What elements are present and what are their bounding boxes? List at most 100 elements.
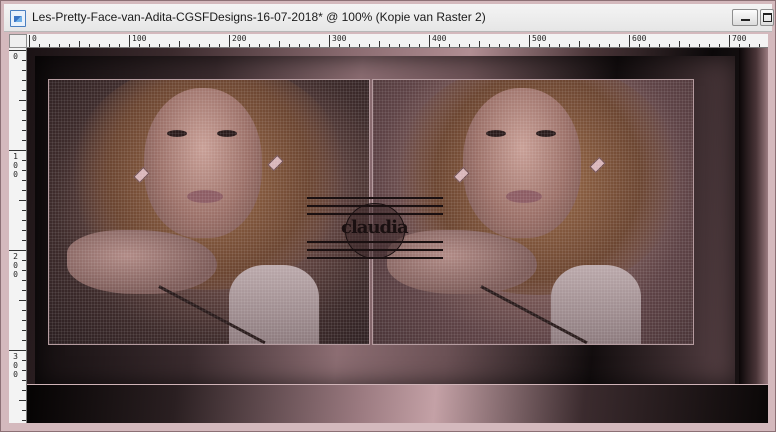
eye-left — [167, 130, 187, 137]
ruler-tick — [379, 41, 380, 47]
ruler-tick — [179, 41, 180, 47]
watermark-line — [307, 205, 443, 207]
earring-left — [133, 166, 150, 184]
watermark-line — [307, 197, 443, 199]
ruler-tick — [19, 400, 26, 401]
horizontal-ruler[interactable]: 0 100 200 300 400 500 600 700 — [27, 34, 768, 48]
ruler-tick — [22, 120, 26, 121]
ruler-label: 0 — [13, 261, 18, 270]
ruler-tick — [22, 280, 26, 281]
ruler-tick — [79, 41, 80, 47]
ruler-tick — [22, 290, 26, 291]
ruler-label: 300 — [332, 34, 347, 43]
ruler-tick — [22, 260, 26, 261]
ruler-tick — [22, 320, 26, 321]
ruler-tick — [9, 250, 26, 251]
ruler-label: 500 — [532, 34, 547, 43]
earring-right — [267, 154, 284, 172]
window-title: Les-Pretty-Face-van-Adita-CGSFDesigns-16… — [32, 10, 486, 24]
ruler-tick — [19, 200, 26, 201]
watermark-line — [307, 213, 443, 215]
ruler-tick — [479, 41, 480, 47]
face — [463, 88, 581, 238]
eye-right — [217, 130, 237, 137]
hand — [67, 230, 217, 294]
ruler-label: 0 — [13, 370, 18, 379]
ruler-tick — [22, 380, 26, 381]
face — [144, 88, 262, 238]
ruler-tick — [529, 35, 530, 47]
ruler-label: 100 — [132, 34, 147, 43]
ruler-tick — [9, 350, 26, 351]
ruler-label: 400 — [432, 34, 447, 43]
image-canvas[interactable]: claudia — [27, 48, 768, 423]
ruler-tick — [22, 390, 26, 391]
ruler-tick — [22, 230, 26, 231]
makeup-brush — [480, 285, 588, 344]
ruler-tick — [329, 35, 330, 47]
makeup-brush — [158, 285, 266, 344]
watermark: claudia — [307, 197, 443, 261]
ruler-label: 3 — [13, 352, 18, 361]
title-bar[interactable]: Les-Pretty-Face-van-Adita-CGSFDesigns-16… — [4, 4, 774, 32]
ruler-label: 2 — [13, 252, 18, 261]
ruler-tick — [9, 50, 26, 51]
ruler-tick — [22, 180, 26, 181]
watermark-line — [307, 241, 443, 243]
shirt — [229, 265, 319, 344]
ruler-tick — [22, 370, 26, 371]
ruler-tick — [22, 220, 26, 221]
ruler-corner — [9, 34, 27, 48]
ruler-tick — [22, 190, 26, 191]
ruler-tick — [22, 330, 26, 331]
ruler-tick — [22, 270, 26, 271]
ruler-tick — [729, 35, 730, 47]
ruler-tick — [22, 140, 26, 141]
image-document-icon — [10, 10, 26, 27]
ruler-tick — [429, 35, 430, 47]
ruler-tick — [279, 41, 280, 47]
frame-bottom-band — [27, 384, 768, 423]
ruler-tick — [679, 41, 680, 47]
ruler-tick — [22, 360, 26, 361]
ruler-tick — [19, 300, 26, 301]
ruler-tick — [22, 90, 26, 91]
ruler-label: 0 — [13, 52, 18, 61]
ruler-label: 0 — [13, 170, 18, 179]
ruler-tick — [22, 340, 26, 341]
ruler-tick — [22, 170, 26, 171]
ruler-tick — [29, 35, 30, 47]
ruler-label: 1 — [13, 152, 18, 161]
frame-right-strip — [739, 48, 768, 384]
lips — [187, 190, 223, 203]
ruler-label: 700 — [732, 34, 747, 43]
ruler-tick — [629, 35, 630, 47]
ruler-tick — [22, 70, 26, 71]
ruler-tick — [22, 310, 26, 311]
ruler-label: 600 — [632, 34, 647, 43]
watermark-line — [307, 257, 443, 259]
ruler-tick — [22, 210, 26, 211]
ruler-tick — [229, 35, 230, 47]
ruler-tick — [22, 130, 26, 131]
earring-left — [453, 166, 470, 184]
ruler-tick — [22, 420, 26, 421]
watermark-text: claudia — [341, 217, 409, 238]
image-window: Les-Pretty-Face-van-Adita-CGSFDesigns-16… — [0, 0, 776, 432]
ruler-label: 200 — [232, 34, 247, 43]
eye-right — [536, 130, 556, 137]
ruler-label: 0 — [13, 270, 18, 279]
minimize-button[interactable] — [732, 9, 758, 26]
eye-left — [486, 130, 506, 137]
shirt — [551, 265, 641, 344]
vertical-ruler[interactable]: 0100200300 — [9, 48, 27, 423]
maximize-button[interactable] — [760, 9, 774, 26]
ruler-tick — [22, 240, 26, 241]
watermark-line — [307, 249, 443, 251]
ruler-label: 0 — [13, 161, 18, 170]
ruler-tick — [19, 100, 26, 101]
hair — [393, 80, 683, 295]
ruler-tick — [22, 80, 26, 81]
ruler-tick — [22, 160, 26, 161]
ruler-tick — [579, 41, 580, 47]
